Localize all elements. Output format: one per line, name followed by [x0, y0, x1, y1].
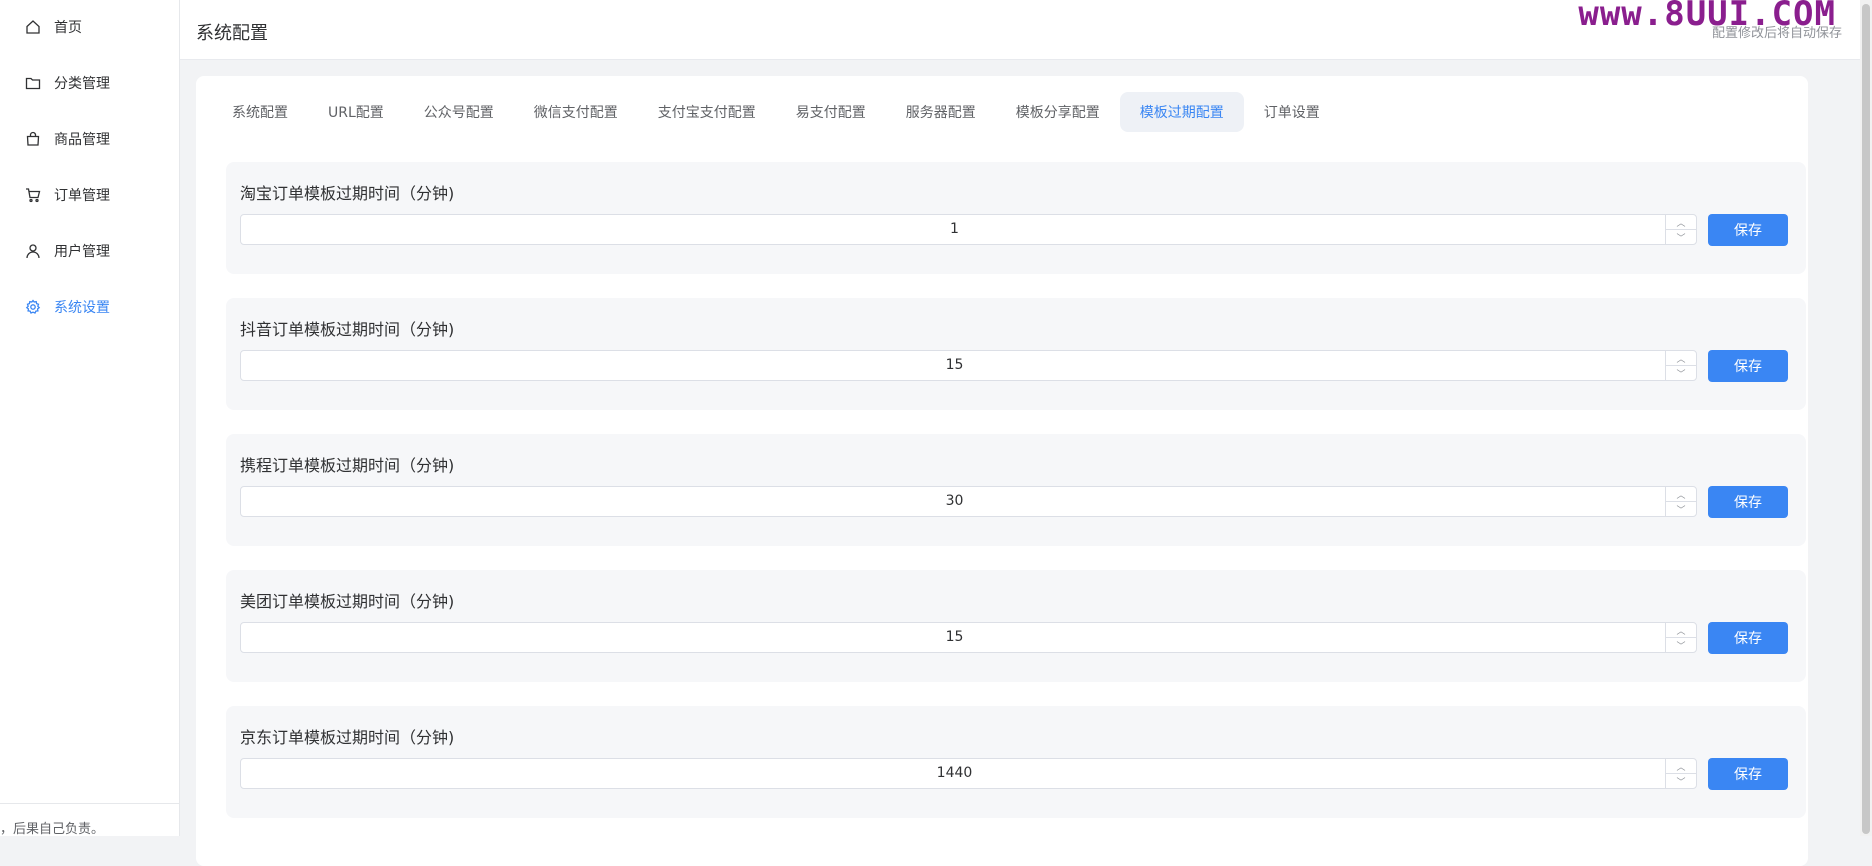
- sidebar-item-label: 系统设置: [54, 300, 110, 316]
- meituan-save-button[interactable]: 保存: [1708, 622, 1788, 654]
- meituan-expiry-label: 美团订单模板过期时间（分钟): [240, 592, 455, 611]
- ctrip-expiry-value[interactable]: 30: [241, 487, 1668, 516]
- chevron-down-icon: ﹀: [1676, 777, 1686, 788]
- taobao-save-button[interactable]: 保存: [1708, 214, 1788, 246]
- page-title: 系统配置: [196, 23, 268, 44]
- meituan-expiry-value[interactable]: 15: [241, 623, 1668, 652]
- cart-icon: [24, 186, 42, 204]
- sidebar-item-categories[interactable]: 分类管理: [0, 63, 179, 103]
- tab-server-config[interactable]: 服务器配置: [886, 92, 996, 132]
- user-icon: [24, 242, 42, 260]
- number-stepper: ︿ ﹀: [1665, 487, 1696, 516]
- sidebar-divider: [0, 803, 179, 804]
- sidebar-item-label: 订单管理: [54, 188, 110, 204]
- decrement-button[interactable]: ﹀: [1666, 774, 1696, 788]
- increment-button[interactable]: ︿: [1666, 351, 1696, 366]
- sidebar: 首页 分类管理 商品管理 订单管理 用户管理 系统设置 ，后果自己负责。: [0, 0, 180, 837]
- sidebar-item-settings[interactable]: 系统设置: [0, 287, 179, 327]
- meituan-expiry-input[interactable]: 15 ︿ ﹀: [240, 622, 1697, 653]
- douyin-expiry-section: 抖音订单模板过期时间（分钟) 15 ︿ ﹀ 保存: [226, 298, 1806, 410]
- ctrip-expiry-input[interactable]: 30 ︿ ﹀: [240, 486, 1697, 517]
- watermark: www.8UUI.COM: [1578, 0, 1836, 34]
- sidebar-item-orders[interactable]: 订单管理: [0, 175, 179, 215]
- settings-card: 系统配置 URL配置 公众号配置 微信支付配置 支付宝支付配置 易支付配置 服务…: [196, 76, 1808, 866]
- taobao-expiry-input[interactable]: 1 ︿ ﹀: [240, 214, 1697, 245]
- jd-expiry-value[interactable]: 1440: [241, 759, 1668, 788]
- chevron-up-icon: ︿: [1676, 762, 1686, 773]
- sidebar-item-label: 商品管理: [54, 132, 110, 148]
- ctrip-expiry-label: 携程订单模板过期时间（分钟): [240, 456, 455, 475]
- sidebar-item-label: 首页: [54, 20, 82, 36]
- meituan-expiry-section: 美团订单模板过期时间（分钟) 15 ︿ ﹀ 保存: [226, 570, 1806, 682]
- gear-icon: [24, 298, 42, 316]
- chevron-down-icon: ﹀: [1676, 233, 1686, 244]
- sidebar-item-label: 分类管理: [54, 76, 110, 92]
- vertical-scrollbar[interactable]: [1860, 0, 1872, 836]
- taobao-expiry-section: 淘宝订单模板过期时间（分钟) 1 ︿ ﹀ 保存: [226, 162, 1806, 274]
- number-stepper: ︿ ﹀: [1665, 759, 1696, 788]
- sidebar-item-users[interactable]: 用户管理: [0, 231, 179, 271]
- settings-tabs: 系统配置 URL配置 公众号配置 微信支付配置 支付宝支付配置 易支付配置 服务…: [212, 92, 1340, 132]
- tab-official-account-config[interactable]: 公众号配置: [404, 92, 514, 132]
- chevron-down-icon: ﹀: [1676, 505, 1686, 516]
- decrement-button[interactable]: ﹀: [1666, 366, 1696, 380]
- increment-button[interactable]: ︿: [1666, 759, 1696, 774]
- sidebar-item-label: 用户管理: [54, 244, 110, 260]
- jd-save-button[interactable]: 保存: [1708, 758, 1788, 790]
- shopping-bag-icon: [24, 130, 42, 148]
- tab-wechat-pay-config[interactable]: 微信支付配置: [514, 92, 638, 132]
- taobao-expiry-label: 淘宝订单模板过期时间（分钟): [240, 184, 455, 203]
- folder-icon: [24, 74, 42, 92]
- tab-template-share-config[interactable]: 模板分享配置: [996, 92, 1120, 132]
- tab-system-config[interactable]: 系统配置: [212, 92, 308, 132]
- tab-easy-pay-config[interactable]: 易支付配置: [776, 92, 886, 132]
- sidebar-item-products[interactable]: 商品管理: [0, 119, 179, 159]
- douyin-save-button[interactable]: 保存: [1708, 350, 1788, 382]
- decrement-button[interactable]: ﹀: [1666, 230, 1696, 244]
- scrollbar-thumb[interactable]: [1862, 4, 1870, 834]
- ctrip-expiry-section: 携程订单模板过期时间（分钟) 30 ︿ ﹀ 保存: [226, 434, 1806, 546]
- number-stepper: ︿ ﹀: [1665, 623, 1696, 652]
- increment-button[interactable]: ︿: [1666, 487, 1696, 502]
- decrement-button[interactable]: ﹀: [1666, 638, 1696, 652]
- chevron-down-icon: ﹀: [1676, 641, 1686, 652]
- chevron-up-icon: ︿: [1676, 626, 1686, 637]
- chevron-down-icon: ﹀: [1676, 369, 1686, 380]
- jd-expiry-label: 京东订单模板过期时间（分钟): [240, 728, 455, 747]
- chevron-up-icon: ︿: [1676, 490, 1686, 501]
- number-stepper: ︿ ﹀: [1665, 351, 1696, 380]
- jd-expiry-section: 京东订单模板过期时间（分钟) 1440 ︿ ﹀ 保存: [226, 706, 1806, 818]
- chevron-up-icon: ︿: [1676, 354, 1686, 365]
- jd-expiry-input[interactable]: 1440 ︿ ﹀: [240, 758, 1697, 789]
- chevron-up-icon: ︿: [1676, 218, 1686, 229]
- sidebar-footer-text: ，后果自己负责。: [0, 822, 105, 837]
- top-bar: 系统配置 配置修改后将自动保存 www.8UUI.COM: [180, 0, 1860, 60]
- tab-alipay-config[interactable]: 支付宝支付配置: [638, 92, 776, 132]
- douyin-expiry-input[interactable]: 15 ︿ ﹀: [240, 350, 1697, 381]
- decrement-button[interactable]: ﹀: [1666, 502, 1696, 516]
- douyin-expiry-value[interactable]: 15: [241, 351, 1668, 380]
- ctrip-save-button[interactable]: 保存: [1708, 486, 1788, 518]
- tab-order-settings[interactable]: 订单设置: [1244, 92, 1340, 132]
- sidebar-item-home[interactable]: 首页: [0, 7, 179, 47]
- tab-template-expiry-config[interactable]: 模板过期配置: [1119, 92, 1244, 132]
- douyin-expiry-label: 抖音订单模板过期时间（分钟): [240, 320, 455, 339]
- increment-button[interactable]: ︿: [1666, 215, 1696, 230]
- taobao-expiry-value[interactable]: 1: [241, 215, 1668, 244]
- home-icon: [24, 18, 42, 36]
- tab-url-config[interactable]: URL配置: [308, 92, 404, 132]
- increment-button[interactable]: ︿: [1666, 623, 1696, 638]
- number-stepper: ︿ ﹀: [1665, 215, 1696, 244]
